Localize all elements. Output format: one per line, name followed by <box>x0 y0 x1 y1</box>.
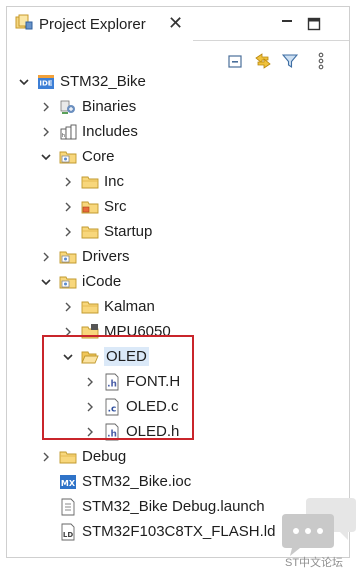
tree-item-kalman[interactable]: Kalman <box>61 294 155 319</box>
chevron-right-icon[interactable] <box>39 125 53 139</box>
chevron-right-icon[interactable] <box>61 200 75 214</box>
ide-project-icon: IDE <box>37 73 55 91</box>
watermark-text: ST中文论坛 <box>285 557 344 569</box>
svg-text:LD: LD <box>63 531 73 539</box>
tree-item-inc[interactable]: Inc <box>61 169 124 194</box>
oled-highlight-box <box>42 335 194 440</box>
project-explorer-icon <box>15 13 33 36</box>
folder-icon <box>59 448 77 466</box>
tree-item-label: Kalman <box>104 298 155 315</box>
tree-item-linker-file[interactable]: LD STM32F103C8TX_FLASH.ld <box>59 519 275 544</box>
view-menu-icon[interactable] <box>311 51 331 71</box>
folder-icon <box>81 298 99 316</box>
source-folder-icon <box>59 148 77 166</box>
binaries-icon <box>59 98 77 116</box>
tree-item-icode[interactable]: iCode <box>39 269 121 294</box>
filter-icon[interactable] <box>280 51 300 71</box>
chevron-right-icon[interactable] <box>39 100 53 114</box>
tree-item-binaries[interactable]: Binaries <box>39 94 136 119</box>
tree-item-label: STM32_Bike.ioc <box>82 473 192 490</box>
chevron-down-icon[interactable] <box>39 150 53 164</box>
link-with-editor-icon[interactable] <box>253 51 273 71</box>
view-tab-bar: Project Explorer ✕ <box>7 7 349 41</box>
tree-item-label: Core <box>82 148 115 165</box>
tree-item-core[interactable]: Core <box>39 144 115 169</box>
tree-item-src[interactable]: Src <box>61 194 127 219</box>
folder-icon <box>81 173 99 191</box>
folder-icon <box>81 223 99 241</box>
mx-file-icon: MX <box>59 473 77 491</box>
tree-item-label: STM32_Bike <box>60 73 146 90</box>
minimize-view-icon[interactable] <box>280 17 294 31</box>
tree-item-label: Debug <box>82 448 127 465</box>
chevron-right-icon[interactable] <box>61 175 75 189</box>
source-folder-icon <box>59 273 77 291</box>
chevron-down-icon[interactable] <box>39 275 53 289</box>
svg-text:IDE: IDE <box>39 79 52 87</box>
tree-item-label: Drivers <box>82 248 130 265</box>
tree-item-label: iCode <box>82 273 122 290</box>
chevron-right-icon[interactable] <box>61 300 75 314</box>
tree-item-stm32-bike[interactable]: IDE STM32_Bike <box>17 69 146 94</box>
tree-item-label: Inc <box>104 173 125 190</box>
svg-text:MX: MX <box>61 479 76 488</box>
tree-item-launch-file[interactable]: STM32_Bike Debug.launch <box>59 494 265 519</box>
tree-item-label: Startup <box>104 223 153 240</box>
tree-item-label: Includes <box>82 123 138 140</box>
tree-item-label: STM32_Bike Debug.launch <box>82 498 265 515</box>
tree-item-label: Binaries <box>82 98 137 115</box>
includes-icon: h <box>59 123 77 141</box>
linker-file-icon: LD <box>59 523 77 541</box>
tree-item-drivers[interactable]: Drivers <box>39 244 130 269</box>
launch-file-icon <box>59 498 77 516</box>
svg-text:h: h <box>62 133 65 139</box>
chevron-right-icon[interactable] <box>39 250 53 264</box>
source-folder-icon <box>59 248 77 266</box>
close-tab-icon[interactable]: ✕ <box>168 14 183 34</box>
tree-item-label: STM32F103C8TX_FLASH.ld <box>82 523 276 540</box>
tree-item-debug[interactable]: Debug <box>39 444 126 469</box>
tree-item-ioc-file[interactable]: MX STM32_Bike.ioc <box>59 469 191 494</box>
chevron-right-icon[interactable] <box>61 225 75 239</box>
project-explorer-view: Project Explorer ✕ IDE STM32_Bike Binari… <box>6 6 350 558</box>
project-explorer-tab[interactable]: Project Explorer <box>7 7 193 41</box>
chevron-down-icon[interactable] <box>17 75 31 89</box>
collapse-all-icon[interactable] <box>225 51 245 71</box>
view-title: Project Explorer <box>39 15 146 33</box>
source-folder-icon <box>81 198 99 216</box>
tree-item-includes[interactable]: h Includes <box>39 119 138 144</box>
chevron-right-icon[interactable] <box>39 450 53 464</box>
tree-item-startup[interactable]: Startup <box>61 219 152 244</box>
maximize-view-icon[interactable] <box>307 17 321 31</box>
tree-item-label: Src <box>104 198 127 215</box>
